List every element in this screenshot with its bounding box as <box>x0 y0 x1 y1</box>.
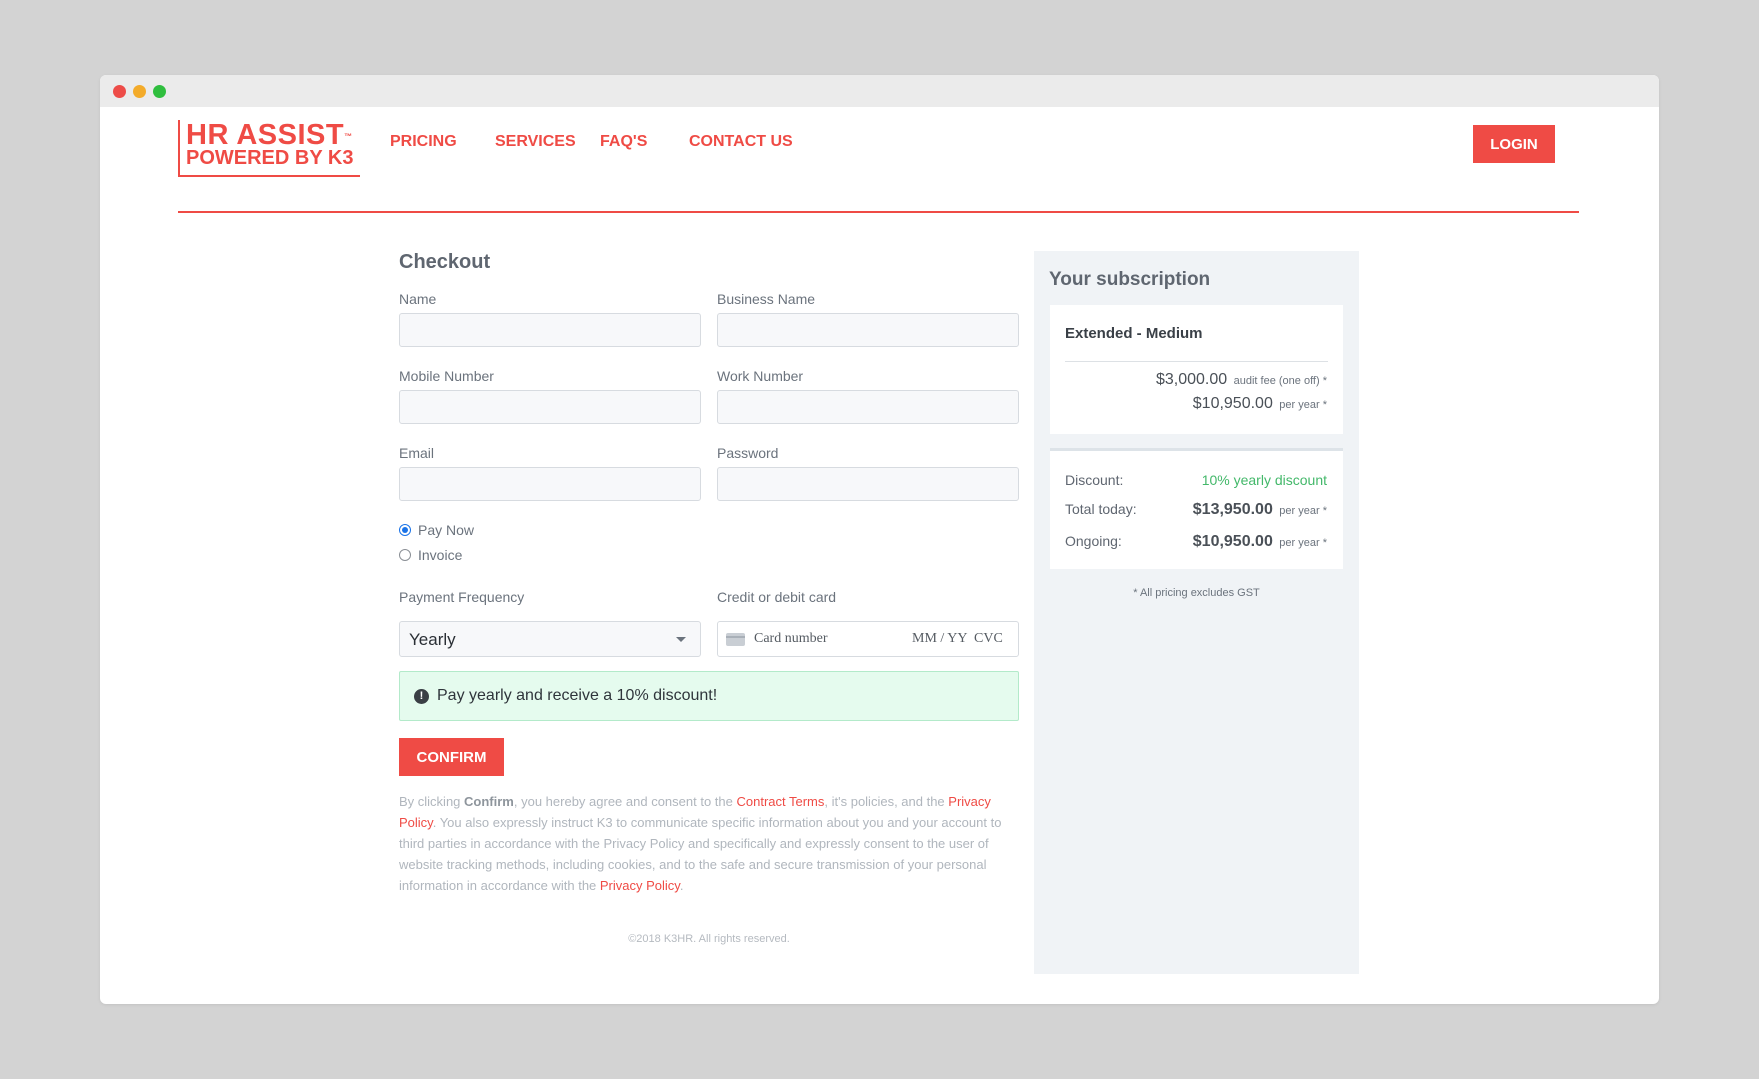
business-name-label: Business Name <box>717 291 816 307</box>
card-number-placeholder[interactable]: Card number <box>754 631 827 647</box>
total-today-amount: $13,950.00 <box>1192 501 1273 518</box>
discount-label: Discount: <box>1065 472 1124 488</box>
logo-trademark: ™ <box>344 132 353 141</box>
payment-frequency-label: Payment Frequency <box>399 589 525 605</box>
nav-faqs[interactable]: FAQ'S <box>600 133 647 151</box>
audit-fee-row: $3,000.00 audit fee (one off) * <box>1156 371 1327 389</box>
pay-now-radio[interactable] <box>399 524 411 536</box>
gst-note: * All pricing excludes GST <box>1133 587 1260 599</box>
pay-now-label: Pay Now <box>418 522 475 538</box>
payment-frequency-select[interactable]: Yearly <box>399 621 701 657</box>
nav-contact-us[interactable]: CONTACT US <box>689 133 793 151</box>
window-titlebar <box>100 75 1659 107</box>
legal-text: By clicking Confirm, you hereby agree an… <box>399 791 1019 896</box>
browser-window: HR ASSIST™ POWERED BY K3 PRICING SERVICE… <box>100 75 1659 1004</box>
confirm-button[interactable]: CONFIRM <box>399 738 504 776</box>
payment-summary: Discount: 10% yearly discount Total toda… <box>1050 451 1343 569</box>
logo-subtitle: POWERED BY K3 <box>186 147 354 169</box>
legal-part: By clicking <box>399 794 465 809</box>
hr-assist-logo[interactable]: HR ASSIST™ POWERED BY K3 <box>178 120 360 177</box>
card-input[interactable]: Card number MM / YY CVC <box>717 621 1019 657</box>
audit-fee-note: audit fee (one off) * <box>1233 375 1327 387</box>
card-cvc-placeholder[interactable]: CVC <box>974 631 1003 647</box>
legal-part: , it's policies, and the <box>824 794 949 809</box>
minimize-window-button[interactable] <box>133 85 146 98</box>
exclamation-icon: ! <box>414 689 429 704</box>
discount-alert-text: Pay yearly and receive a 10% discount! <box>437 687 718 704</box>
plan-summary: Extended - Medium $3,000.00 audit fee (o… <box>1050 305 1343 434</box>
legal-part: . <box>679 878 684 893</box>
discount-value-row: 10% yearly discount <box>1202 472 1327 490</box>
payment-frequency-value: Yearly <box>409 630 456 649</box>
mobile-number-input[interactable] <box>399 390 701 424</box>
mobile-number-label: Mobile Number <box>399 368 494 384</box>
pay-now-option[interactable]: Pay Now <box>399 522 474 538</box>
subscription-title: Your subscription <box>1049 269 1211 290</box>
card-expiry-placeholder[interactable]: MM / YY <box>912 631 968 647</box>
ongoing-label: Ongoing: <box>1065 533 1122 549</box>
audit-fee-amount: $3,000.00 <box>1155 371 1228 388</box>
discount-alert: ! Pay yearly and receive a 10% discount! <box>399 671 1019 721</box>
yearly-fee-amount: $10,950.00 <box>1192 395 1273 412</box>
legal-part: , you hereby agree and consent to the <box>513 794 737 809</box>
business-name-input[interactable] <box>717 313 1019 347</box>
ongoing-row: $10,950.00 per year * <box>1193 533 1327 551</box>
contract-terms-link[interactable]: Contract Terms <box>736 794 824 809</box>
discount-value: 10% yearly discount <box>1201 472 1327 488</box>
password-input[interactable] <box>717 467 1019 501</box>
credit-card-icon <box>726 633 745 646</box>
yearly-fee-note: per year * <box>1279 399 1327 411</box>
login-button[interactable]: LOGIN <box>1473 125 1555 163</box>
yearly-fee-row: $10,950.00 per year * <box>1193 395 1327 413</box>
legal-part: . You also expressly instruct K3 to comm… <box>399 815 1002 893</box>
work-number-label: Work Number <box>717 368 804 384</box>
invoice-label: Invoice <box>418 547 463 563</box>
name-label: Name <box>399 291 437 307</box>
privacy-policy-link-2[interactable]: Privacy Policy <box>600 878 680 893</box>
header-divider <box>178 211 1579 213</box>
email-input[interactable] <box>399 467 701 501</box>
maximize-window-button[interactable] <box>153 85 166 98</box>
email-label: Email <box>399 445 435 461</box>
nav-pricing[interactable]: PRICING <box>390 133 457 151</box>
invoice-option[interactable]: Invoice <box>399 547 462 563</box>
plan-name: Extended - Medium <box>1065 325 1203 342</box>
name-input[interactable] <box>399 313 701 347</box>
invoice-radio[interactable] <box>399 549 411 561</box>
chevron-down-icon <box>676 637 686 642</box>
subscription-panel: Your subscription Extended - Medium $3,0… <box>1034 251 1359 974</box>
total-today-label: Total today: <box>1065 501 1137 517</box>
logo-line1: HR ASSIST™ <box>186 120 353 150</box>
copyright-footer: ©2018 K3HR. All rights reserved. <box>628 933 790 945</box>
work-number-input[interactable] <box>717 390 1019 424</box>
ongoing-note: per year * <box>1279 537 1327 549</box>
legal-confirm-word: Confirm <box>464 794 514 809</box>
plan-divider <box>1065 361 1328 362</box>
nav-services[interactable]: SERVICES <box>495 133 576 151</box>
total-today-note: per year * <box>1279 505 1327 517</box>
card-label: Credit or debit card <box>717 589 837 605</box>
password-label: Password <box>717 445 779 461</box>
close-window-button[interactable] <box>113 85 126 98</box>
checkout-title: Checkout <box>399 251 491 273</box>
ongoing-amount: $10,950.00 <box>1192 533 1273 550</box>
total-today-row: $13,950.00 per year * <box>1193 501 1327 519</box>
